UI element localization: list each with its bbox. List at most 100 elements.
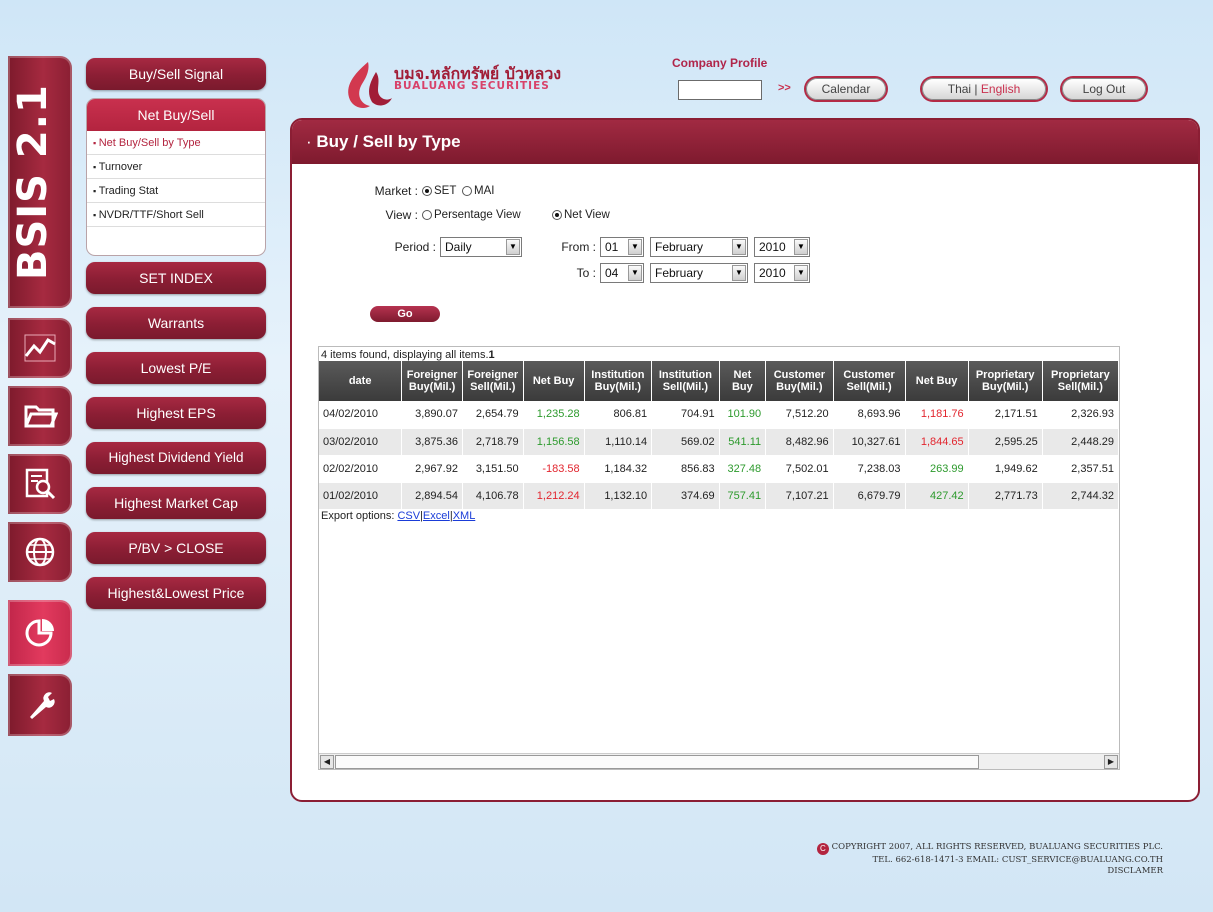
col-foreigner-buy[interactable]: Foreigner Buy(Mil.) <box>401 361 463 401</box>
menu-highest-dividend-yield[interactable]: Highest Dividend Yield <box>86 442 266 474</box>
from-month-value: February <box>655 240 704 254</box>
footer-disclaimer-link[interactable]: DISCLAMER <box>817 866 1163 877</box>
chart-line-icon[interactable] <box>8 318 72 378</box>
menu-highest-lowest-price[interactable]: Highest&Lowest Price <box>86 577 266 609</box>
pie-chart-icon[interactable] <box>8 600 72 666</box>
cell-net-buy: 101.90 <box>719 401 767 429</box>
radio-selected-icon <box>422 186 432 196</box>
period-label: Period : <box>394 240 436 254</box>
col-institution-sell[interactable]: Institution Sell(Mil.) <box>651 361 720 401</box>
submenu-nvdr-ttf-short-sell[interactable]: NVDR/TTF/Short Sell <box>87 203 265 227</box>
from-year-select[interactable]: 2010 ▼ <box>754 237 810 257</box>
results-container: 4 items found, displaying all items.1 da… <box>318 346 1120 770</box>
col-date[interactable]: date <box>319 361 403 401</box>
view-label: View : <box>385 208 418 222</box>
view-net-radio[interactable]: Net View <box>552 209 610 221</box>
radio-unselected-icon <box>422 210 432 220</box>
calendar-button[interactable]: Calendar <box>806 78 886 100</box>
copyright-icon: C <box>816 843 829 855</box>
col-foreigner-sell[interactable]: Foreigner Sell(Mil.) <box>462 361 524 401</box>
scrollbar-thumb[interactable] <box>335 755 979 769</box>
submenu-trading-stat[interactable]: Trading Stat <box>87 179 265 203</box>
from-day-select[interactable]: 01 ▼ <box>600 237 644 257</box>
submenu-turnover[interactable]: Turnover <box>87 155 265 179</box>
page-number-link[interactable]: 1 <box>489 349 495 361</box>
from-month-select[interactable]: February ▼ <box>650 237 748 257</box>
col-customer-sell[interactable]: Customer Sell(Mil.) <box>833 361 906 401</box>
globe-icon[interactable] <box>8 522 72 582</box>
menu-highest-eps[interactable]: Highest EPS <box>86 397 266 429</box>
scroll-right-icon[interactable]: ▶ <box>1104 755 1118 769</box>
lang-english-link[interactable]: English <box>981 82 1020 96</box>
col-foreigner-net-buy[interactable]: Net Buy <box>523 361 585 401</box>
cell-net-buy: 1,156.58 <box>523 428 585 456</box>
cell-value: 2,744.32 <box>1042 482 1119 510</box>
dropdown-arrow-icon: ▼ <box>628 265 642 281</box>
company-profile-go-button[interactable]: >> <box>778 82 791 94</box>
cell-value: 2,771.73 <box>968 482 1043 510</box>
cell-value: 806.81 <box>584 401 653 429</box>
col-institution-net-buy[interactable]: Net Buy <box>719 361 767 401</box>
document-search-icon[interactable] <box>8 454 72 514</box>
menu-highest-market-cap[interactable]: Highest Market Cap <box>86 487 266 519</box>
menu-net-buy-sell[interactable]: Net Buy/Sell <box>87 99 265 131</box>
cell-value: 7,107.21 <box>765 482 834 510</box>
go-button[interactable]: Go <box>370 306 440 322</box>
cell-net-buy: -183.58 <box>523 455 585 483</box>
cell-value: 7,502.01 <box>765 455 834 483</box>
cell-value: 6,679.79 <box>833 482 906 510</box>
table-row: 03/02/2010 3,875.36 2,718.79 1,156.58 1,… <box>319 428 1119 456</box>
cell-value: 569.02 <box>651 428 720 456</box>
buy-sell-table: date Foreigner Buy(Mil.) Foreigner Sell(… <box>319 361 1119 510</box>
col-institution-buy[interactable]: Institution Buy(Mil.) <box>584 361 653 401</box>
export-csv-link[interactable]: CSV <box>397 510 420 522</box>
cell-net-buy: 757.41 <box>719 482 767 510</box>
logout-button[interactable]: Log Out <box>1062 78 1146 100</box>
menu-buy-sell-signal[interactable]: Buy/Sell Signal <box>86 58 266 90</box>
scroll-left-icon[interactable]: ◀ <box>320 755 334 769</box>
cell-date: 02/02/2010 <box>319 455 403 483</box>
table-header-row: date Foreigner Buy(Mil.) Foreigner Sell(… <box>319 361 1119 401</box>
menu-set-index[interactable]: SET INDEX <box>86 262 266 294</box>
main-panel: Buy / Sell by Type Market : SET MAI View… <box>290 118 1200 802</box>
cell-value: 2,894.54 <box>401 482 463 510</box>
period-select[interactable]: Daily ▼ <box>440 237 522 257</box>
col-customer-net-buy[interactable]: Net Buy <box>905 361 969 401</box>
to-day-select[interactable]: 04 ▼ <box>600 263 644 283</box>
horizontal-scrollbar[interactable]: ◀ ▶ <box>319 753 1119 769</box>
export-excel-link[interactable]: Excel <box>423 510 450 522</box>
wrench-icon[interactable] <box>8 674 72 736</box>
to-month-select[interactable]: February ▼ <box>650 263 748 283</box>
market-set-radio[interactable]: SET <box>422 185 456 197</box>
export-xml-link[interactable]: XML <box>453 510 476 522</box>
results-count-text: 4 items found, displaying all items. <box>321 349 489 361</box>
cell-value: 374.69 <box>651 482 720 510</box>
company-profile-input[interactable] <box>678 80 762 100</box>
lang-thai-link[interactable]: Thai <box>948 82 971 96</box>
table-row: 02/02/2010 2,967.92 3,151.50 -183.58 1,1… <box>319 455 1119 483</box>
market-mai-radio[interactable]: MAI <box>462 185 494 197</box>
footer: C COPYRIGHT 2007, ALL RIGHTS RESERVED, B… <box>816 842 1163 877</box>
menu-lowest-pe[interactable]: Lowest P/E <box>86 352 266 384</box>
cell-value: 2,595.25 <box>968 428 1043 456</box>
col-customer-buy[interactable]: Customer Buy(Mil.) <box>765 361 834 401</box>
col-proprietary-buy[interactable]: Proprietary Buy(Mil.) <box>968 361 1043 401</box>
app-brand: BSIS 2.1 <box>10 84 56 280</box>
menu-pbv-close[interactable]: P/BV > CLOSE <box>86 532 266 564</box>
view-net-label: Net View <box>564 209 610 221</box>
to-year-select[interactable]: 2010 ▼ <box>754 263 810 283</box>
cell-value: 3,875.36 <box>401 428 463 456</box>
dropdown-arrow-icon: ▼ <box>794 239 808 255</box>
cell-value: 2,357.51 <box>1042 455 1119 483</box>
from-day-value: 01 <box>605 240 619 254</box>
menu-warrants[interactable]: Warrants <box>86 307 266 339</box>
submenu-net-buy-sell-by-type[interactable]: Net Buy/Sell by Type <box>87 131 265 155</box>
table-row: 01/02/2010 2,894.54 4,106.78 1,212.24 1,… <box>319 482 1119 510</box>
dropdown-arrow-icon: ▼ <box>794 265 808 281</box>
col-proprietary-sell[interactable]: Proprietary Sell(Mil.) <box>1042 361 1119 401</box>
footer-copyright: COPYRIGHT 2007, ALL RIGHTS RESERVED, BUA… <box>831 842 1163 852</box>
market-mai-label: MAI <box>474 185 495 197</box>
folder-icon[interactable] <box>8 386 72 446</box>
cell-date: 03/02/2010 <box>319 428 403 456</box>
view-percentage-radio[interactable]: Persentage View <box>422 209 521 221</box>
